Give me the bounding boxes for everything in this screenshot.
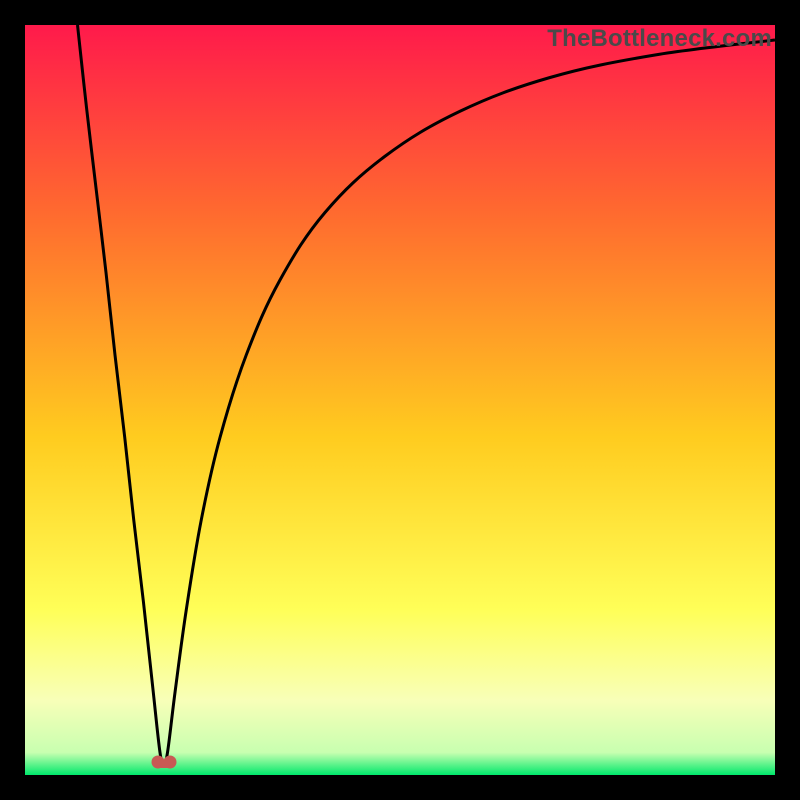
curve-path [78, 25, 776, 764]
watermark-text: TheBottleneck.com [547, 25, 772, 53]
chart-frame: TheBottleneck.com [0, 0, 800, 800]
bottleneck-curve [25, 25, 775, 775]
plot-area: TheBottleneck.com [25, 25, 775, 775]
optimal-point-marker [149, 750, 179, 772]
